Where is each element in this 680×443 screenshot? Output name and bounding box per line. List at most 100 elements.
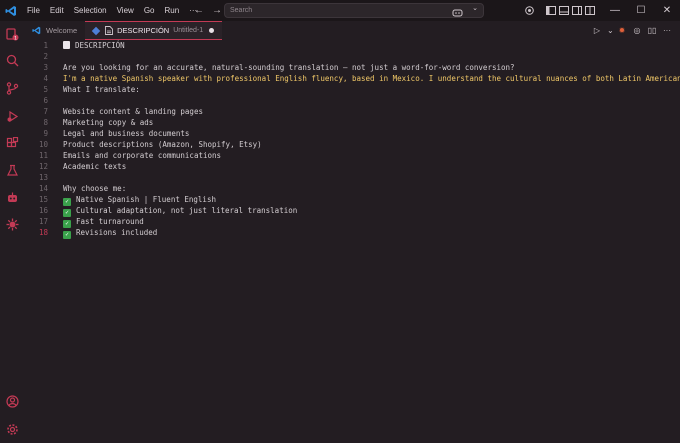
code-line: 18 ✓ Revisions included [24, 227, 680, 239]
code-line: 16 ✓ Cultural adaptation, not just litera… [24, 205, 680, 217]
line-number: 17 [38, 217, 48, 226]
line-text: Are you looking for an accurate, natural… [63, 63, 515, 72]
toggle-secondary-sidebar-icon[interactable] [570, 0, 583, 21]
line-number: 2 [43, 52, 48, 61]
check-mark-icon: ✓ [63, 231, 71, 239]
code-line: 12 Academic texts [24, 161, 680, 172]
svg-text:1: 1 [14, 35, 17, 41]
maximize-icon[interactable]: ☐ [628, 0, 654, 21]
document-emoji-icon [63, 41, 70, 49]
menu-go[interactable]: Go [139, 0, 160, 21]
code-line: 1 DESCRIPCIÓN [24, 40, 680, 51]
toggle-primary-sidebar-icon[interactable] [544, 0, 557, 21]
title-right-controls: — ☐ ✕ [523, 0, 680, 21]
code-line: 11 Emails and corporate communications [24, 150, 680, 161]
line-text: Legal and business documents [63, 129, 190, 138]
line-text: ✓ Revisions included [63, 227, 157, 239]
source-control-icon[interactable] [0, 77, 24, 99]
line-number: 18 [38, 228, 48, 237]
code-line: 13 [24, 172, 680, 183]
vscode-logo-icon [0, 0, 22, 21]
line-text: Website content & landing pages [63, 107, 203, 116]
line-number: 15 [38, 195, 48, 204]
explorer-icon[interactable]: 1 [0, 23, 24, 45]
accounts-icon[interactable] [523, 0, 536, 21]
line-number: 16 [38, 206, 48, 215]
split-editor-icon[interactable]: ▯▯ [647, 26, 657, 35]
code-line: 7 Website content & landing pages [24, 106, 680, 117]
account-icon[interactable] [0, 390, 24, 412]
gear-burst-icon[interactable] [0, 213, 24, 235]
editor-content[interactable]: 1 DESCRIPCIÓN 2 3 Are you looking for an… [24, 40, 680, 443]
search-icon[interactable] [0, 49, 24, 71]
unsaved-dot-icon[interactable] [209, 28, 215, 33]
line-text: Product descriptions (Amazon, Shopify, E… [63, 140, 262, 149]
line-text: What I translate: [63, 85, 140, 94]
code-line: 10 Product descriptions (Amazon, Shopify… [24, 139, 680, 150]
code-line: 17 ✓ Fast turnaround [24, 216, 680, 228]
code-line: 5 What I translate: [24, 84, 680, 95]
chevron-down-icon[interactable]: ⌄ [607, 26, 614, 35]
code-line: 4 I'm a native Spanish speaker with prof… [24, 73, 680, 84]
tab-descripcion[interactable]: DESCRIPCIÓN Untitled-1 [85, 21, 223, 40]
menu-selection[interactable]: Selection [69, 0, 112, 21]
tab-label: Welcome [46, 26, 78, 35]
vscode-tab-icon [32, 26, 41, 35]
command-center-search[interactable]: Search ⌄ [224, 3, 484, 18]
line-number: 11 [38, 151, 48, 160]
code-line: 6 [24, 95, 680, 106]
tab-welcome[interactable]: Welcome [24, 21, 85, 40]
customize-layout-icon[interactable] [583, 0, 596, 21]
code-line: 8 Marketing copy & ads [24, 117, 680, 128]
history-navigation: ← → [193, 0, 223, 21]
menu-file[interactable]: File [22, 0, 45, 21]
editor-actions: ▷ ⌄ ✹ ◎ ▯▯ ··· [592, 21, 672, 40]
menu-edit[interactable]: Edit [45, 0, 69, 21]
code-line: 9 Legal and business documents [24, 128, 680, 139]
line-number: 13 [38, 173, 48, 182]
line-number: 4 [43, 74, 48, 83]
line-text: DESCRIPCIÓN [63, 40, 125, 51]
menu-view[interactable]: View [112, 0, 139, 21]
line-text: Academic texts [63, 162, 127, 171]
run-debug-icon[interactable] [0, 105, 24, 127]
forward-arrow-icon[interactable]: → [211, 5, 223, 16]
copilot-chevron-down-icon[interactable]: ⌄ [472, 4, 478, 12]
testing-flask-icon[interactable] [0, 159, 24, 181]
code-line: 15 ✓ Native Spanish | Fluent English [24, 194, 680, 206]
menu-run[interactable]: Run [159, 0, 184, 21]
line-text: Why choose me: [63, 184, 127, 193]
line-number: 6 [43, 96, 48, 105]
toggle-panel-icon[interactable] [557, 0, 570, 21]
line-number: 12 [38, 162, 48, 171]
code-line: 3 Are you looking for an accurate, natur… [24, 62, 680, 73]
line-number: 7 [43, 107, 48, 116]
copilot-swirl-icon[interactable]: ◎ [632, 26, 642, 35]
sparkle-burst-icon[interactable]: ✹ [617, 26, 627, 35]
copilot-robot-icon[interactable] [0, 186, 24, 208]
line-number: 8 [43, 118, 48, 127]
line-number: 10 [38, 140, 48, 149]
menu-bar: File Edit Selection View Go Run ··· [22, 0, 202, 21]
tab-sublabel: Untitled-1 [173, 27, 204, 34]
more-actions-icon[interactable]: ··· [662, 26, 672, 35]
diamond-icon [91, 26, 101, 35]
line-number: 3 [43, 63, 48, 72]
activity-bar: 1 [0, 21, 24, 443]
search-placeholder: Search [230, 7, 253, 14]
line-number: 5 [43, 85, 48, 94]
line-number: 1 [43, 41, 48, 50]
file-icon [105, 26, 114, 35]
settings-gear-icon[interactable] [0, 418, 24, 440]
line-number: 14 [38, 184, 48, 193]
tab-label: DESCRIPCIÓN [117, 26, 170, 35]
minimize-icon[interactable]: — [602, 0, 628, 21]
back-arrow-icon[interactable]: ← [193, 5, 205, 16]
extensions-icon[interactable] [0, 132, 24, 154]
code-line: 2 [24, 51, 680, 62]
run-play-icon[interactable]: ▷ [592, 26, 602, 35]
title-bar: File Edit Selection View Go Run ··· ← → … [0, 0, 680, 21]
close-icon[interactable]: ✕ [654, 0, 680, 21]
code-line: 14 Why choose me: [24, 183, 680, 194]
line-number: 9 [43, 129, 48, 138]
